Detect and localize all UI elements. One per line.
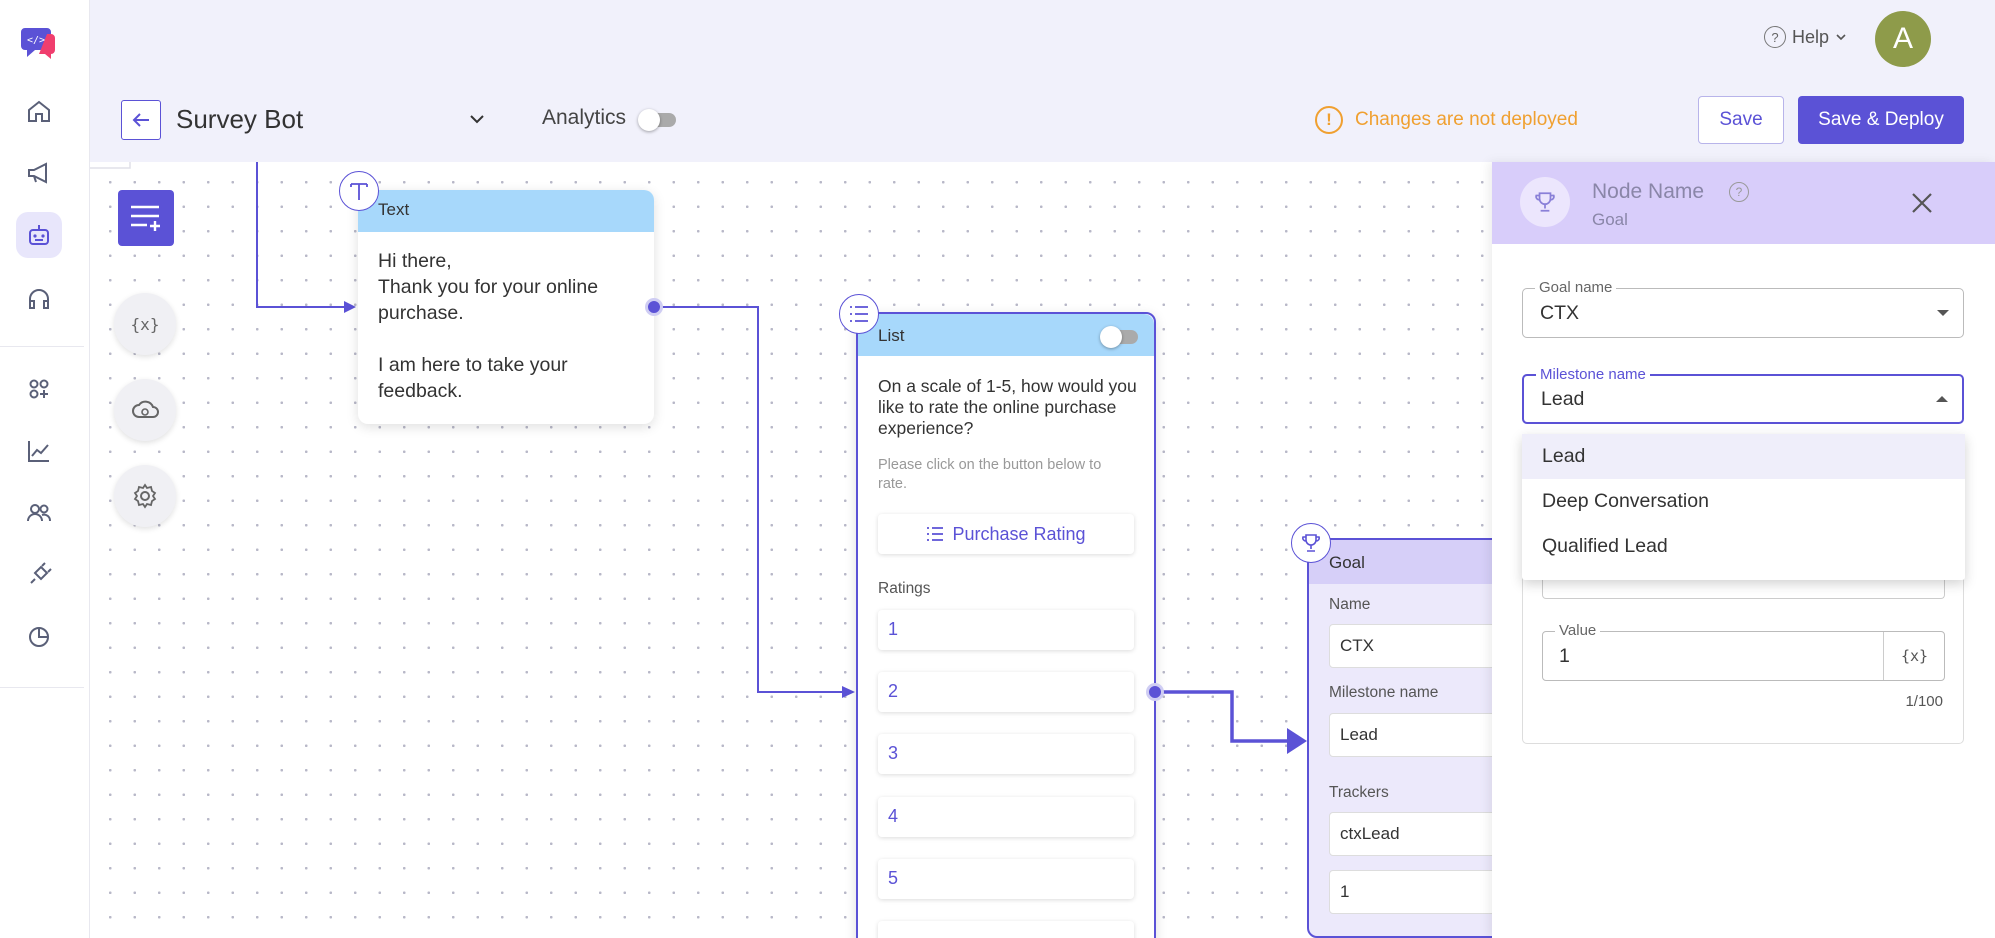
list-option[interactable]: 4 — [878, 797, 1134, 837]
ratings-label: Ratings — [878, 580, 931, 597]
text-line: Thank you for your online — [378, 276, 599, 298]
purchase-rating-label: Purchase Rating — [952, 523, 1086, 544]
panel-trophy-badge — [1520, 177, 1570, 227]
caret-up-icon — [1936, 396, 1948, 402]
list-node-question: On a scale of 1-5, how would you like to… — [878, 376, 1137, 438]
close-icon[interactable] — [1909, 190, 1935, 216]
caret-down-icon — [1937, 310, 1949, 316]
dropdown-option-lead[interactable]: Lead — [1522, 434, 1965, 479]
goal-name-label: Name — [1329, 596, 1371, 613]
purchase-rating-button[interactable]: Purchase Rating — [878, 514, 1134, 554]
dropdown-option-deep-conversation[interactable]: Deep Conversation — [1522, 479, 1965, 524]
panel-subtitle: Goal — [1592, 210, 1628, 229]
text-node[interactable]: Text Hi there, Thank you for your online… — [358, 190, 654, 424]
text-line: feedback. — [378, 380, 463, 402]
list-option[interactable]: 5 — [878, 859, 1134, 899]
goal-name-label: Goal name — [1535, 279, 1617, 296]
trophy-icon — [1535, 192, 1555, 212]
variables-button[interactable]: {x} — [114, 293, 176, 355]
add-node-button[interactable] — [118, 190, 174, 246]
list-option[interactable]: 3 — [878, 734, 1134, 774]
list-option-2-handle[interactable] — [1146, 683, 1164, 701]
milestone-name-select[interactable]: Milestone name Lead — [1522, 366, 1964, 424]
list-type-icon — [850, 306, 868, 322]
goal-node-icon — [1291, 523, 1331, 563]
list-node-hint: Please click on the button below to rate… — [878, 457, 1102, 492]
value-counter: 1/100 — [1905, 693, 1943, 710]
goal-node-title: Goal — [1309, 540, 1505, 584]
goal-node[interactable]: Goal Name CTX Milestone name Lead Tracke… — [1307, 538, 1529, 938]
value-text: 1 — [1559, 645, 1570, 667]
text-type-icon — [350, 183, 368, 200]
help-icon[interactable]: ? — [1729, 182, 1749, 202]
variables-icon: {x} — [130, 314, 160, 334]
text-node-output-handle[interactable] — [645, 298, 663, 316]
goal-name-select[interactable]: Goal name CTX — [1522, 279, 1964, 338]
milestone-name-value: Lead — [1541, 388, 1585, 410]
text-node-message: Hi there, Thank you for your online purc… — [358, 232, 654, 420]
list-node[interactable]: List On a scale of 1-5, how would you li… — [856, 312, 1156, 938]
goal-milestone-label: Milestone name — [1329, 684, 1439, 701]
add-list-icon — [131, 205, 160, 231]
goal-name-value: CTX — [1540, 302, 1579, 324]
settings-button[interactable] — [114, 465, 176, 527]
text-node-title: Text — [358, 190, 654, 232]
list-icon — [927, 527, 944, 541]
value-label: Value — [1555, 622, 1601, 639]
text-node-icon — [339, 171, 379, 211]
milestone-dropdown-menu: Lead Deep Conversation Qualified Lead — [1522, 434, 1965, 580]
text-line: Hi there, — [378, 250, 452, 272]
insert-variable-button[interactable]: {x} — [1883, 632, 1945, 680]
list-option[interactable] — [878, 921, 1134, 938]
goal-trackers-label: Trackers — [1329, 784, 1389, 801]
list-node-icon — [839, 294, 879, 334]
cloud-button[interactable] — [114, 379, 176, 441]
trophy-icon — [1302, 534, 1320, 552]
value-field[interactable]: Value 1 {x} — [1542, 622, 1945, 681]
milestone-name-label: Milestone name — [1536, 366, 1650, 383]
list-option[interactable]: 1 — [878, 610, 1134, 650]
dropdown-option-qualified-lead[interactable]: Qualified Lead — [1522, 524, 1965, 569]
text-line: purchase. — [378, 302, 464, 324]
panel-title: Node Name — [1592, 180, 1705, 203]
text-line: I am here to take your — [378, 354, 568, 376]
list-node-toggle[interactable] — [1100, 326, 1138, 348]
list-option[interactable]: 2 — [878, 672, 1134, 712]
gear-icon — [133, 483, 157, 509]
cloud-icon — [132, 400, 159, 418]
